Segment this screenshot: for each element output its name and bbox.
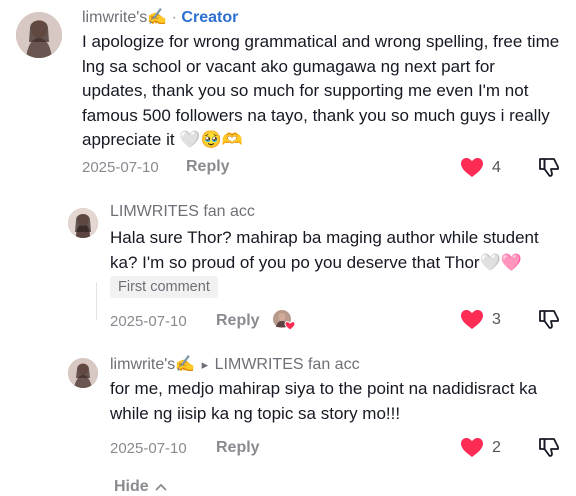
comment-line: updates, thank you so much for supportin… — [82, 81, 529, 100]
creator-liked-avatar — [272, 309, 296, 331]
reply-line: Hala sure Thor? mahirap ba maging author… — [110, 228, 539, 247]
like-button[interactable]: 4 — [460, 157, 501, 178]
comment-date: 2025-07-10 — [82, 159, 159, 176]
chevron-up-icon — [155, 483, 167, 491]
comment-line: appreciate it 🤍🥹🫶 — [82, 130, 243, 149]
reply-line: ka? I'm so proud of you po you deserve t… — [110, 252, 522, 272]
reply-text: for me, medjo mahirap siya to the point … — [110, 377, 570, 426]
reply-text: Hala sure Thor? mahirap ba maging author… — [110, 226, 570, 275]
reply-line: for me, medjo mahirap siya to the point … — [110, 379, 538, 398]
heart-icon — [461, 310, 483, 329]
like-button[interactable]: 3 — [460, 309, 501, 330]
reply-author[interactable]: LIMWRITES fan acc — [110, 203, 255, 221]
thread-line — [96, 282, 97, 320]
comment-author[interactable]: limwrite's✍️ · Creator — [82, 7, 238, 27]
comment-line: famous 500 followers na tayo, thank you … — [82, 105, 550, 125]
separator: · — [167, 9, 182, 26]
creator-avatar[interactable] — [16, 12, 62, 58]
like-count: 4 — [492, 158, 501, 176]
reply-date: 2025-07-10 — [110, 313, 187, 330]
reply-to-name[interactable]: LIMWRITES fan acc — [215, 356, 360, 373]
like-count: 2 — [492, 438, 501, 456]
like-count: 3 — [492, 310, 501, 328]
avatar-photo — [16, 12, 62, 58]
author-name[interactable]: limwrite's✍️ — [110, 356, 195, 373]
comment-line: I apologize for wrong grammatical and wr… — [82, 32, 560, 51]
first-comment-badge: First comment — [110, 276, 218, 298]
thumbs-down-icon — [539, 310, 559, 329]
creator-avatar-small[interactable] — [68, 358, 98, 388]
dislike-button[interactable] — [538, 308, 560, 335]
like-button[interactable]: 2 — [460, 437, 501, 458]
reply-button[interactable]: Reply — [216, 312, 260, 330]
reply-date: 2025-07-10 — [110, 440, 187, 457]
fan-avatar[interactable] — [68, 208, 98, 238]
hide-label: Hide — [114, 478, 149, 495]
comment-text: I apologize for wrong grammatical and wr… — [82, 30, 572, 153]
creator-badge: Creator — [181, 9, 239, 26]
dislike-button[interactable] — [538, 156, 560, 183]
reply-line: while ng iisip ka ng topic sa story mo!!… — [110, 403, 401, 423]
comment-line: lng sa school or vacant ako gumagawa ng … — [82, 56, 495, 76]
thumbs-down-icon — [539, 438, 559, 457]
reply-author[interactable]: limwrite's✍️ ▸ LIMWRITES fan acc — [110, 354, 360, 374]
reply-button[interactable]: Reply — [216, 439, 260, 457]
heart-icon — [461, 438, 483, 457]
hide-replies-button[interactable]: Hide — [114, 478, 167, 496]
creator-liked-icon — [273, 310, 296, 331]
thumbs-down-icon — [539, 158, 559, 177]
dislike-button[interactable] — [538, 436, 560, 463]
avatar-photo — [68, 208, 98, 238]
reply-button[interactable]: Reply — [186, 158, 230, 176]
heart-icon — [461, 158, 483, 177]
author-name[interactable]: limwrite's✍️ — [82, 9, 167, 26]
avatar-photo — [68, 358, 98, 388]
reply-arrow-icon: ▸ — [201, 357, 209, 372]
